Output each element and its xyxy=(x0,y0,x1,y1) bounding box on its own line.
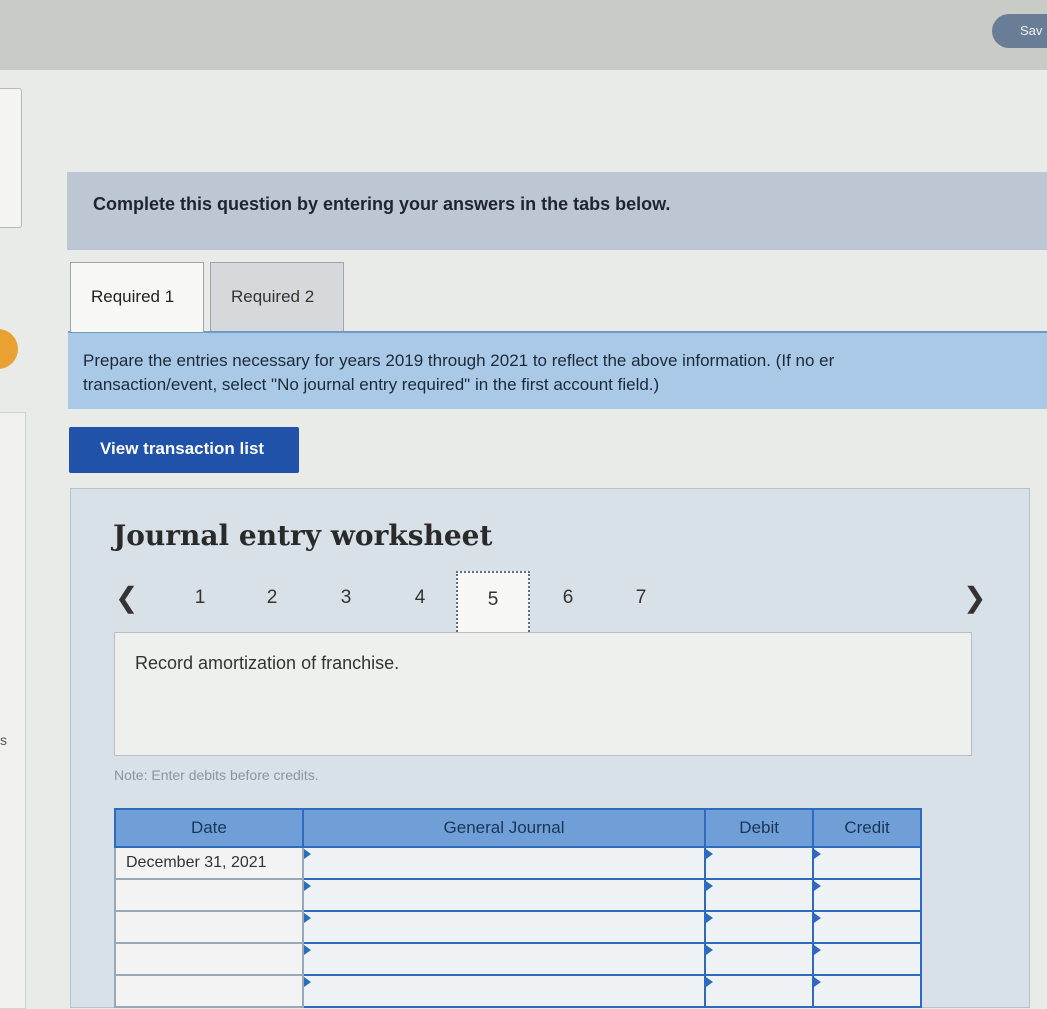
top-bar: Sav xyxy=(0,0,1047,70)
left-side-text: s xyxy=(0,732,7,748)
debit-field[interactable] xyxy=(704,974,815,1008)
dropdown-caret-icon xyxy=(706,881,714,891)
debit-field[interactable] xyxy=(704,846,815,880)
dropdown-caret-icon xyxy=(814,945,822,955)
instructions-line-2: transaction/event, select "No journal en… xyxy=(83,375,660,394)
date-cell[interactable] xyxy=(114,878,304,912)
note-text: Note: Enter debits before credits. xyxy=(114,767,319,783)
page-3[interactable]: 3 xyxy=(331,587,361,609)
credit-field[interactable] xyxy=(812,910,922,944)
tab-required-2[interactable]: Required 2 xyxy=(210,262,344,332)
credit-field[interactable] xyxy=(812,878,922,912)
dropdown-caret-icon xyxy=(814,881,822,891)
page-1[interactable]: 1 xyxy=(185,587,215,609)
entry-description: Record amortization of franchise. xyxy=(114,632,972,756)
table-row xyxy=(114,878,922,912)
table-row xyxy=(114,974,922,1008)
credit-field[interactable] xyxy=(812,974,922,1008)
date-cell[interactable]: December 31, 2021 xyxy=(114,846,304,880)
table-row xyxy=(114,910,922,944)
chevron-right-icon[interactable]: ❯ xyxy=(963,581,986,614)
tab-required-1[interactable]: Required 1 xyxy=(70,262,204,332)
dropdown-caret-icon xyxy=(814,913,822,923)
entry-description-text: Record amortization of franchise. xyxy=(135,653,400,673)
worksheet-title: Journal entry worksheet xyxy=(113,519,493,552)
account-field[interactable] xyxy=(301,846,707,880)
page-7[interactable]: 7 xyxy=(626,587,656,609)
debit-field[interactable] xyxy=(704,910,815,944)
date-cell[interactable] xyxy=(114,942,304,976)
save-button[interactable]: Sav xyxy=(992,14,1047,48)
header-general-journal: General Journal xyxy=(301,808,707,848)
header-credit: Credit xyxy=(812,808,922,848)
dropdown-caret-icon xyxy=(303,881,311,891)
dropdown-caret-icon xyxy=(303,945,311,955)
account-field[interactable] xyxy=(301,942,707,976)
dropdown-caret-icon xyxy=(706,977,714,987)
dropdown-caret-icon xyxy=(814,977,822,987)
chevron-left-icon[interactable]: ❮ xyxy=(115,581,138,614)
account-field[interactable] xyxy=(301,878,707,912)
dropdown-caret-icon xyxy=(303,913,311,923)
page-4[interactable]: 4 xyxy=(405,587,435,609)
credit-field[interactable] xyxy=(812,942,922,976)
debit-field[interactable] xyxy=(704,878,815,912)
page-6[interactable]: 6 xyxy=(553,587,583,609)
journal-header-row: Date General Journal Debit Credit xyxy=(114,808,922,848)
page-5-active[interactable]: 5 xyxy=(456,571,530,635)
journal-entry-worksheet: Journal entry worksheet ❮ 1 2 3 4 5 6 7 … xyxy=(70,488,1030,1008)
header-date: Date xyxy=(114,808,304,848)
dropdown-caret-icon xyxy=(706,945,714,955)
instructions-line-1: Prepare the entries necessary for years … xyxy=(83,351,835,370)
date-cell[interactable] xyxy=(114,974,304,1008)
table-row: December 31, 2021 xyxy=(114,846,922,880)
credit-field[interactable] xyxy=(812,846,922,880)
page-2[interactable]: 2 xyxy=(257,587,287,609)
account-field[interactable] xyxy=(301,910,707,944)
view-transaction-list-button[interactable]: View transaction list xyxy=(69,427,299,473)
status-indicator xyxy=(0,329,18,369)
dropdown-caret-icon xyxy=(303,977,311,987)
left-side-panel-lower xyxy=(0,412,26,1009)
left-side-panel xyxy=(0,88,22,228)
account-field[interactable] xyxy=(301,974,707,1008)
journal-table: Date General Journal Debit Credit Decemb… xyxy=(114,808,922,1008)
dropdown-caret-icon xyxy=(303,849,311,859)
instructions: Prepare the entries necessary for years … xyxy=(68,331,1047,409)
dropdown-caret-icon xyxy=(814,849,822,859)
debit-field[interactable] xyxy=(704,942,815,976)
table-row xyxy=(114,942,922,976)
question-banner: Complete this question by entering your … xyxy=(67,172,1047,250)
dropdown-caret-icon xyxy=(706,849,714,859)
date-cell[interactable] xyxy=(114,910,304,944)
header-debit: Debit xyxy=(704,808,815,848)
dropdown-caret-icon xyxy=(706,913,714,923)
